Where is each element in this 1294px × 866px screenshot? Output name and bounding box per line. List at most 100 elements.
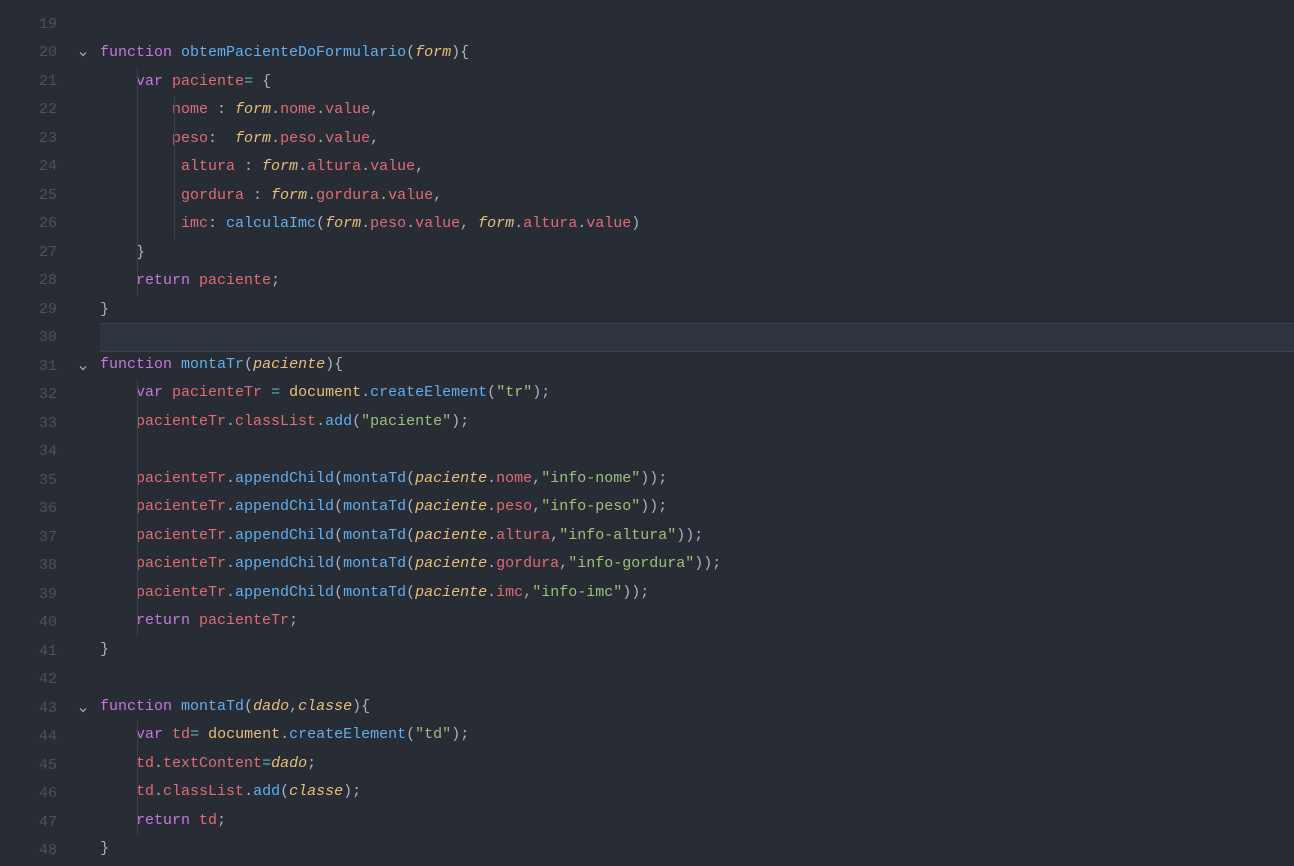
code-line[interactable]: return td;	[100, 807, 1294, 836]
token-param: form	[271, 187, 307, 204]
token-param: paciente	[415, 584, 487, 601]
line-number[interactable]: 43	[0, 695, 57, 724]
line-number[interactable]: 36	[0, 495, 57, 524]
line-number[interactable]: 45	[0, 752, 57, 781]
token-prop: value	[370, 158, 415, 175]
code-line[interactable]: }	[100, 296, 1294, 325]
code-line[interactable]: }	[100, 636, 1294, 665]
token-punc: ){	[451, 44, 469, 61]
token-punc: .	[154, 783, 163, 800]
line-number[interactable]: 41	[0, 638, 57, 667]
code-line[interactable]	[100, 436, 1294, 465]
line-number[interactable]: 40	[0, 609, 57, 638]
token-prop: classList	[163, 783, 244, 800]
token-kw: function	[100, 356, 172, 373]
token-param: classe	[298, 698, 352, 715]
token-str: "tr"	[496, 384, 532, 401]
line-number[interactable]: 42	[0, 666, 57, 695]
line-number[interactable]: 35	[0, 467, 57, 496]
code-line[interactable]: pacienteTr.appendChild(montaTd(paciente.…	[100, 522, 1294, 551]
token-punc	[190, 812, 199, 829]
code-line[interactable]: function montaTd(dado,classe){	[100, 693, 1294, 722]
code-line[interactable]: altura : form.altura.value,	[100, 153, 1294, 182]
code-line[interactable]: pacienteTr.appendChild(montaTd(paciente.…	[100, 465, 1294, 494]
code-line[interactable]: pacienteTr.classList.add("paciente");	[100, 408, 1294, 437]
line-number[interactable]: 32	[0, 381, 57, 410]
line-number[interactable]: 38	[0, 552, 57, 581]
token-punc: ,	[415, 158, 424, 175]
code-area[interactable]: function obtemPacienteDoFormulario(form)…	[100, 0, 1294, 845]
token-punc: ,	[289, 698, 298, 715]
line-number[interactable]: 37	[0, 524, 57, 553]
token-punc: ;	[217, 812, 226, 829]
code-line[interactable]: return pacienteTr;	[100, 607, 1294, 636]
code-line[interactable]: imc: calculaImc(form.peso.value, form.al…	[100, 210, 1294, 239]
token-punc	[100, 584, 136, 601]
line-number[interactable]: 31	[0, 353, 57, 382]
line-number[interactable]: 30	[0, 324, 57, 353]
line-number[interactable]: 20	[0, 39, 57, 68]
token-var: pacienteTr	[136, 584, 226, 601]
code-line[interactable]: return paciente;	[100, 267, 1294, 296]
code-line[interactable]: var td= document.createElement("td");	[100, 721, 1294, 750]
line-number[interactable]: 26	[0, 210, 57, 239]
token-param: form	[262, 158, 298, 175]
token-kw: return	[136, 812, 190, 829]
code-line[interactable]: pacienteTr.appendChild(montaTd(paciente.…	[100, 550, 1294, 579]
token-prop: altura	[523, 215, 577, 232]
line-number[interactable]: 27	[0, 239, 57, 268]
code-editor[interactable]: 1819202122232425262728293031323334353637…	[0, 0, 1294, 845]
token-punc: (	[244, 356, 253, 373]
line-number[interactable]: 34	[0, 438, 57, 467]
line-number-gutter[interactable]: 1819202122232425262728293031323334353637…	[0, 0, 75, 845]
line-number[interactable]: 22	[0, 96, 57, 125]
line-number[interactable]: 18	[0, 0, 57, 11]
code-line[interactable]: pacienteTr.appendChild(montaTd(paciente.…	[100, 579, 1294, 608]
code-line[interactable]: }	[100, 239, 1294, 268]
token-punc: :	[208, 215, 226, 232]
code-line[interactable]	[100, 0, 1294, 11]
fold-column[interactable]	[75, 0, 100, 845]
line-number[interactable]: 24	[0, 153, 57, 182]
line-number[interactable]: 25	[0, 182, 57, 211]
line-number[interactable]: 23	[0, 125, 57, 154]
code-line[interactable]: function obtemPacienteDoFormulario(form)…	[100, 39, 1294, 68]
token-var: altura	[181, 158, 235, 175]
line-number[interactable]: 33	[0, 410, 57, 439]
token-prop: value	[325, 101, 370, 118]
code-line[interactable]: nome : form.nome.value,	[100, 96, 1294, 125]
code-line[interactable]: td.textContent=dado;	[100, 750, 1294, 779]
token-punc: .	[316, 130, 325, 147]
code-line[interactable]: }	[100, 835, 1294, 864]
token-var: td	[136, 755, 154, 772]
line-number[interactable]: 46	[0, 780, 57, 809]
token-prop: textContent	[163, 755, 262, 772]
line-number[interactable]: 29	[0, 296, 57, 325]
token-punc	[172, 698, 181, 715]
indent-guide	[137, 68, 138, 97]
code-line[interactable]: gordura : form.gordura.value,	[100, 182, 1294, 211]
code-line[interactable]	[100, 11, 1294, 40]
line-number[interactable]: 48	[0, 837, 57, 866]
code-line[interactable]: var paciente= {	[100, 68, 1294, 97]
code-line[interactable]: var pacienteTr = document.createElement(…	[100, 379, 1294, 408]
indent-guide	[137, 210, 138, 239]
code-line[interactable]: peso: form.peso.value,	[100, 125, 1294, 154]
token-var: td	[136, 783, 154, 800]
token-punc: .	[280, 726, 289, 743]
indent-guide	[137, 379, 138, 408]
line-number[interactable]: 47	[0, 809, 57, 838]
line-number[interactable]: 44	[0, 723, 57, 752]
line-number[interactable]: 39	[0, 581, 57, 610]
code-line[interactable]: function montaTr(paciente){	[100, 351, 1294, 380]
code-line[interactable]	[100, 323, 1294, 352]
code-line[interactable]	[100, 664, 1294, 693]
code-line[interactable]: td.classList.add(classe);	[100, 778, 1294, 807]
line-number[interactable]: 28	[0, 267, 57, 296]
line-number[interactable]: 19	[0, 11, 57, 40]
code-line[interactable]: pacienteTr.appendChild(montaTd(paciente.…	[100, 493, 1294, 522]
line-number[interactable]: 21	[0, 68, 57, 97]
indent-guide	[174, 182, 175, 211]
token-punc: .	[316, 413, 325, 430]
token-var: pacienteTr	[136, 555, 226, 572]
